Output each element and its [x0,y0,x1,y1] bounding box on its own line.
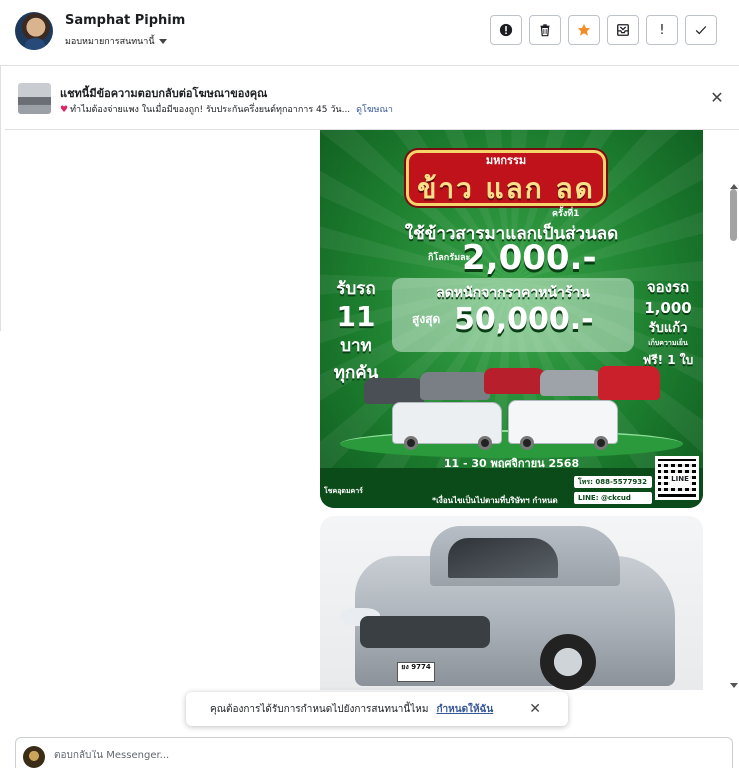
promo-right-offer: จองรถ 1,000 รับแก้ว เก็บความเย็น ฟรี! 1 … [637,275,699,370]
conversation-header: Samphat Piphim มอบหมายการสนทนานี้ ! [0,0,739,66]
star-icon [577,23,591,36]
promo-footer-logo: โชคอุดมคาร์ [324,487,363,495]
promo-price2: 50,000.- [454,302,594,337]
page-avatar [23,746,45,768]
checkmark-icon [695,26,707,35]
car-silver-suv [540,370,602,396]
car-wheel [594,436,608,450]
truck-windshield [448,538,558,578]
scroll-thumb[interactable] [730,189,737,241]
ad-description-text: ทำไมต้องจ่ายแพง ในเมื่อมีของถูก! รับประก… [70,105,351,115]
promo-title-box: มหกรรม ข้าว แลก ลด [406,150,606,206]
promo-right-b: 1,000 [644,299,692,317]
trash-icon [540,24,550,37]
car-dark-sedan [364,378,424,404]
reply-composer [15,737,733,768]
promo-phone: โทร: 088-5577932 [574,476,652,488]
close-icon[interactable]: ✕ [529,701,541,717]
toast-text: คุณต้องการได้รับการกำหนดไปยังการสนทนานี้… [210,703,429,715]
promo-upto: สูงสุด [412,312,441,326]
car-grey-suv [420,372,490,400]
promo-price1: 2,000.- [462,238,597,278]
promo-note: ครั้งที่1 [552,209,580,219]
assign-label: มอบหมายการสนทนานี้ [65,37,155,47]
scroll-down-icon[interactable] [730,683,738,688]
promo-image-message[interactable]: มหกรรม ข้าว แลก ลด ครั้งที่1 ใช้ข้าวสารม… [320,130,703,508]
promo-right-a: จองรถ [646,278,690,296]
promo-footer: โชคอุดมคาร์ *เงื่อนไขเป็นไปตามที่บริษัทฯ… [320,456,703,508]
assign-dropdown[interactable]: มอบหมายการสนทนานี้ [65,34,167,48]
delete-button[interactable] [529,15,561,45]
truck-photo-message[interactable]: ยง 9774 [320,516,703,690]
qr-label: LINE [670,473,690,485]
promo-left-a: รับรถ [336,279,376,299]
close-icon[interactable]: ✕ [709,90,725,106]
exclamation-icon: ! [659,22,665,38]
ad-thumbnail[interactable] [18,83,51,114]
star-button[interactable] [568,15,600,45]
car-wheel [404,436,418,450]
caret-down-icon [158,38,167,44]
promo-line-id: LINE: @ckcud [574,492,652,504]
truck-wheel [540,634,596,690]
promo-right-d: เก็บความเย็น [648,339,688,347]
promo-title: ข้าว แลก ลด [417,172,595,205]
assign-toast: คุณต้องการได้รับการกำหนดไปยังการสนทนานี้… [186,692,568,726]
mark-important-button[interactable]: ! [646,15,678,45]
spam-report-button[interactable] [490,15,522,45]
promo-cars [360,358,665,453]
promo-condition: *เงื่อนไขเป็นไปตามที่บริษัทฯ กำหนด [432,496,558,505]
car-red-truck [598,366,660,400]
thread-scrollbar[interactable] [727,182,739,690]
car-red-pickup [484,368,546,394]
archive-icon [617,24,629,36]
view-ad-link[interactable]: ดูโฆษณา [356,105,393,115]
car-wheel [520,436,534,450]
promo-deal-box: ลดหนักจากราคาหน้าร้าน สูงสุด 50,000.- [392,278,634,352]
conversation-toolbar: ! [490,15,717,45]
promo-line2: ลดหนักจากราคาหน้าร้าน [436,285,590,301]
promo-left-b: 11 [336,300,376,333]
promo-right-c: รับแก้ว [648,321,688,336]
assign-to-me-link[interactable]: กำหนดให้ฉัน [436,702,493,717]
qr-code-icon: LINE [655,456,699,500]
alert-circle-icon [499,23,513,37]
license-plate: ยง 9774 [397,662,435,682]
avatar[interactable] [15,12,53,50]
contact-name[interactable]: Samphat Piphim [65,13,185,28]
ad-banner-title: แชทนี้มีข้อความตอบกลับต่อโฆษณาของคุณ [60,87,268,100]
heart-icon: ♥ [60,105,69,115]
car-wheel [478,436,492,450]
reply-input[interactable] [54,750,714,761]
ad-reply-banner: แชทนี้มีข้อความตอบกลับต่อโฆษณาของคุณ ♥ ทำ… [5,67,739,130]
truck-grille [360,616,490,648]
move-to-inbox-button[interactable] [607,15,639,45]
message-thread: มหกรรม ข้าว แลก ลด ครั้งที่1 ใช้ข้าวสารม… [5,130,739,690]
ad-banner-description: ♥ ทำไมต้องจ่ายแพง ในเมื่อมีของถูก! รับประ… [60,102,393,116]
left-divider [0,66,1,331]
promo-left-c: บาท [340,336,372,356]
mark-done-button[interactable] [685,15,717,45]
